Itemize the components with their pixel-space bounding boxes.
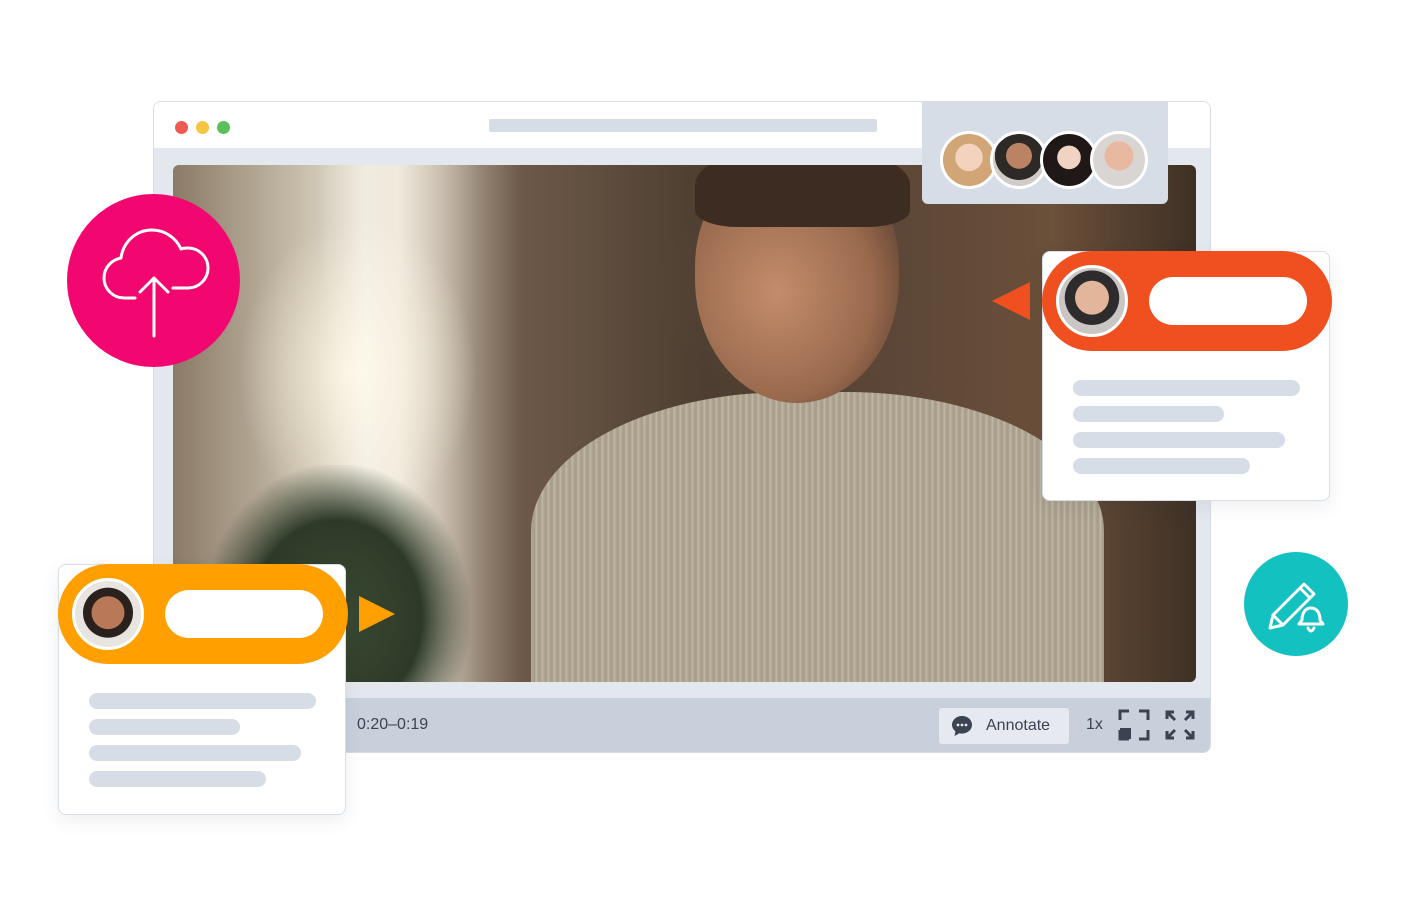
cloud-upload-icon bbox=[102, 228, 210, 338]
playback-speed[interactable]: 1x bbox=[1086, 716, 1103, 734]
maximize-window-dot[interactable] bbox=[217, 121, 230, 134]
comment-author-placeholder bbox=[1149, 277, 1307, 325]
fullscreen-expand-icon[interactable] bbox=[1164, 709, 1196, 741]
timecode: 0:20–0:19 bbox=[357, 716, 429, 733]
annotate-label: Annotate bbox=[986, 717, 1051, 734]
annotate-notify-button[interactable] bbox=[1244, 552, 1348, 656]
comment-text-placeholder bbox=[1073, 380, 1300, 396]
comment-text-placeholder bbox=[1073, 432, 1285, 448]
comment-pointer-right bbox=[992, 282, 1030, 320]
video-person-body bbox=[531, 392, 1104, 682]
comment-pointer-left bbox=[359, 596, 395, 632]
comment-text-placeholder bbox=[89, 719, 240, 735]
viewers-panel bbox=[922, 101, 1168, 204]
commenter-avatar bbox=[1056, 265, 1128, 337]
commenter-avatar bbox=[72, 578, 144, 650]
close-window-dot[interactable] bbox=[175, 121, 188, 134]
stage: 0:20–0:19 Annotate 1x bbox=[0, 0, 1407, 917]
comment-text-placeholder bbox=[89, 771, 266, 787]
minimize-window-dot[interactable] bbox=[196, 121, 209, 134]
annotate-button[interactable]: Annotate bbox=[939, 708, 1069, 744]
comment-text-placeholder bbox=[89, 693, 316, 709]
comment-text-placeholder bbox=[1073, 458, 1250, 474]
focus-frame-icon[interactable] bbox=[1118, 709, 1150, 741]
video-person-hair bbox=[694, 165, 910, 228]
address-bar[interactable] bbox=[489, 119, 877, 132]
comment-text-placeholder bbox=[89, 745, 301, 761]
comment-text-placeholder bbox=[1073, 406, 1224, 422]
comment-header bbox=[1042, 251, 1332, 351]
comment-bubble-icon bbox=[952, 716, 972, 736]
comment-card[interactable] bbox=[58, 564, 348, 815]
comment-author-placeholder bbox=[165, 590, 323, 638]
viewer-avatar[interactable] bbox=[1090, 131, 1148, 189]
upload-button[interactable] bbox=[67, 194, 240, 367]
comment-card[interactable] bbox=[1042, 251, 1332, 501]
pencil-bell-icon bbox=[1268, 582, 1325, 633]
comment-header bbox=[58, 564, 348, 664]
